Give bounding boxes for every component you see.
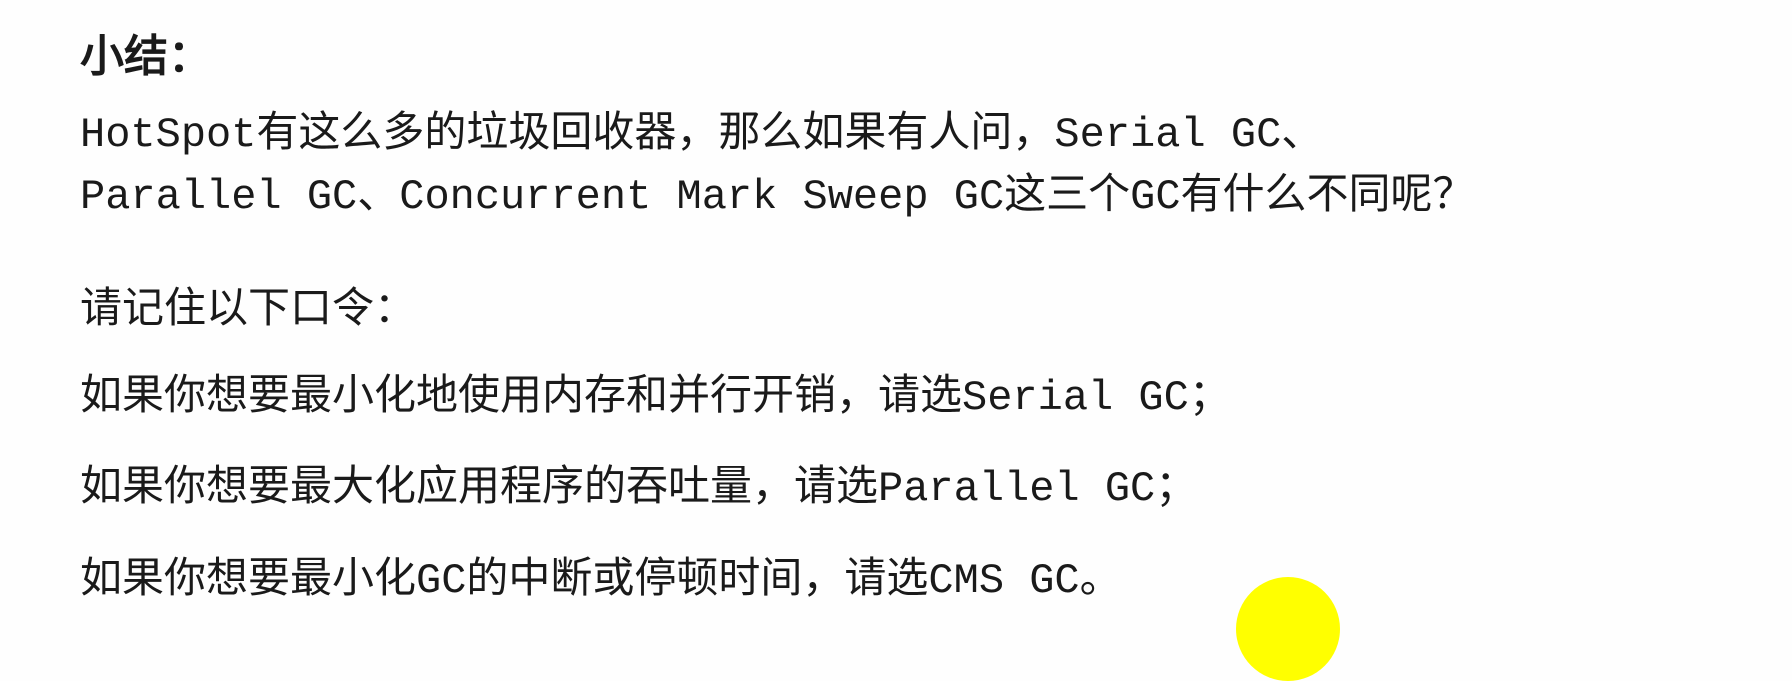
cursor-highlight xyxy=(1236,577,1340,681)
rule-parallel-gc: 如果你想要最大化应用程序的吞吐量，请选Parallel GC； xyxy=(80,465,1198,513)
mnemonic-heading: 请记住以下口令： xyxy=(80,287,417,335)
summary-title: 小结： xyxy=(80,31,212,82)
rule-serial-gc: 如果你想要最小化地使用内存和并行开销，请选Serial GC； xyxy=(80,374,1231,422)
intro-line-2: Parallel GC、Concurrent Mark Sweep GC这三个G… xyxy=(80,173,1475,221)
intro-line-1: HotSpot有这么多的垃圾回收器，那么如果有人问，Serial GC、 xyxy=(80,111,1324,159)
rule-cms-gc: 如果你想要最小化GC的中断或停顿时间，请选CMS GC。 xyxy=(80,557,1122,605)
